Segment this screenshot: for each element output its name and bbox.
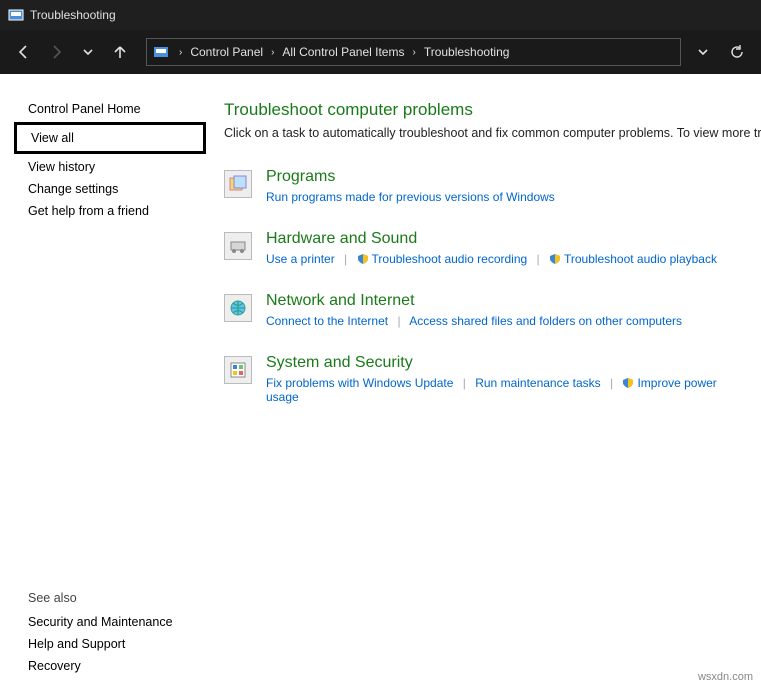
- shield-icon: [622, 377, 634, 389]
- category-network: Network and Internet Connect to the Inte…: [224, 292, 751, 328]
- nav-bar: › Control Panel › All Control Panel Item…: [0, 30, 761, 74]
- page-title: Troubleshoot computer problems: [224, 100, 751, 120]
- control-panel-icon: [153, 44, 169, 60]
- watermark: wsxdn.com: [698, 671, 753, 683]
- sidebar-item-get-help[interactable]: Get help from a friend: [28, 200, 192, 222]
- separator: |: [463, 376, 466, 390]
- back-button[interactable]: [10, 38, 38, 66]
- separator: |: [537, 252, 540, 266]
- link-windows-update[interactable]: Fix problems with Windows Update: [266, 376, 453, 390]
- separator: |: [344, 252, 347, 266]
- app-icon: [8, 7, 24, 23]
- shield-icon: [549, 253, 561, 265]
- sidebar: Control Panel Home View all View history…: [0, 74, 210, 689]
- see-also-heading: See also: [28, 591, 192, 605]
- up-button[interactable]: [106, 38, 134, 66]
- category-title-programs[interactable]: Programs: [266, 168, 751, 186]
- shield-icon: [357, 253, 369, 265]
- link-audio-playback[interactable]: Troubleshoot audio playback: [564, 252, 717, 266]
- hardware-icon: [224, 232, 252, 260]
- breadcrumb-control-panel[interactable]: Control Panel: [190, 45, 263, 59]
- separator: |: [610, 376, 613, 390]
- link-run-legacy-programs[interactable]: Run programs made for previous versions …: [266, 190, 555, 204]
- sidebar-item-view-all[interactable]: View all: [31, 127, 189, 149]
- main-panel: Troubleshoot computer problems Click on …: [210, 74, 761, 689]
- network-icon: [224, 294, 252, 322]
- forward-button[interactable]: [42, 38, 70, 66]
- link-use-printer[interactable]: Use a printer: [266, 252, 335, 266]
- see-also-security[interactable]: Security and Maintenance: [28, 611, 192, 633]
- page-description: Click on a task to automatically trouble…: [224, 126, 751, 140]
- system-icon: [224, 356, 252, 384]
- refresh-button[interactable]: [723, 38, 751, 66]
- title-bar: Troubleshooting: [0, 0, 761, 30]
- programs-icon: [224, 170, 252, 198]
- link-connect-internet[interactable]: Connect to the Internet: [266, 314, 388, 328]
- link-maintenance[interactable]: Run maintenance tasks: [475, 376, 600, 390]
- recent-locations-button[interactable]: [74, 38, 102, 66]
- chevron-right-icon: ›: [179, 47, 182, 58]
- category-title-network[interactable]: Network and Internet: [266, 292, 751, 310]
- sidebar-item-view-history[interactable]: View history: [28, 156, 192, 178]
- address-bar[interactable]: › Control Panel › All Control Panel Item…: [146, 38, 681, 66]
- category-system: System and Security Fix problems with Wi…: [224, 354, 751, 404]
- separator: |: [397, 314, 400, 328]
- see-also-help[interactable]: Help and Support: [28, 633, 192, 655]
- sidebar-item-home[interactable]: Control Panel Home: [28, 98, 192, 120]
- window-title: Troubleshooting: [30, 8, 116, 22]
- breadcrumb-troubleshooting[interactable]: Troubleshooting: [424, 45, 510, 59]
- link-audio-recording[interactable]: Troubleshoot audio recording: [372, 252, 528, 266]
- chevron-right-icon: ›: [412, 47, 415, 58]
- see-also-recovery[interactable]: Recovery: [28, 655, 192, 677]
- highlighted-item: View all: [14, 122, 206, 154]
- category-title-system[interactable]: System and Security: [266, 354, 751, 372]
- category-programs: Programs Run programs made for previous …: [224, 168, 751, 204]
- address-history-button[interactable]: [693, 38, 713, 66]
- sidebar-item-change-settings[interactable]: Change settings: [28, 178, 192, 200]
- category-hardware: Hardware and Sound Use a printer | Troub…: [224, 230, 751, 266]
- link-shared-files[interactable]: Access shared files and folders on other…: [409, 314, 682, 328]
- breadcrumb-all-items[interactable]: All Control Panel Items: [282, 45, 404, 59]
- chevron-right-icon: ›: [271, 47, 274, 58]
- category-title-hardware[interactable]: Hardware and Sound: [266, 230, 751, 248]
